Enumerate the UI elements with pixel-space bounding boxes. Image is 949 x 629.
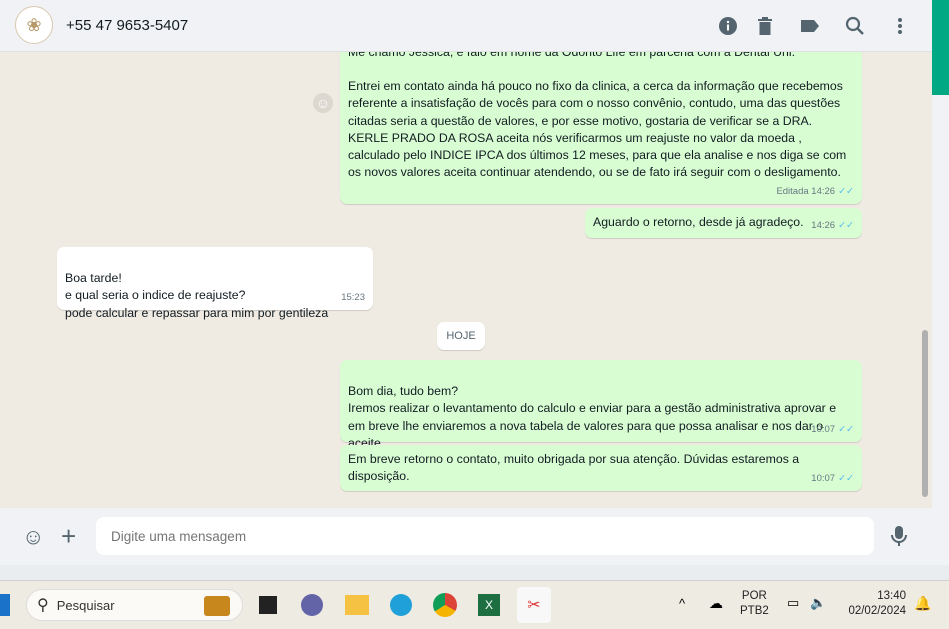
message-text: Me chamo Jessica, e falo em nome da Odon… [348, 52, 795, 59]
excel-icon[interactable]: X [474, 590, 504, 620]
read-ticks-icon: ✓✓ [838, 219, 854, 231]
message-bubble: Aguardo o retorno, desde já agradeço. 14… [585, 208, 862, 238]
message-time: 14:26 [811, 219, 836, 231]
message-text: Bom dia, tudo bem? Iremos realizar o lev… [348, 384, 837, 450]
app-accent-bar [932, 0, 949, 95]
message-bubble: Me chamo Jessica, e falo em nome da Odon… [340, 52, 862, 204]
search-label: Pesquisar [56, 597, 115, 613]
emoji-reaction-icon[interactable]: ☺ [313, 93, 333, 113]
contact-name[interactable]: +55 47 9653-5407 [66, 17, 188, 34]
read-ticks-icon: ✓✓ [838, 185, 854, 197]
message-time: 10:07 [811, 472, 836, 484]
avatar[interactable]: ❀ [15, 6, 53, 44]
language-indicator[interactable]: POR PTB2 [740, 590, 769, 617]
menu-icon[interactable] [888, 14, 912, 38]
read-ticks-icon: ✓✓ [838, 423, 854, 435]
clock[interactable]: 13:40 02/02/2024 [842, 590, 906, 617]
volume-icon[interactable]: 🔈 [810, 595, 826, 611]
message-bubble: Boa tarde! e qual seria o indice de reaj… [57, 247, 373, 320]
trash-icon[interactable] [753, 14, 777, 38]
message-time: 10:07 [811, 423, 836, 435]
message-text: Em breve retorno o contato, muito obriga… [348, 452, 800, 484]
network-icon[interactable]: ▭ [787, 595, 799, 611]
cloud-offline-icon[interactable]: ☁ [709, 595, 723, 612]
date-chip: HOJE [437, 322, 485, 350]
time: 13:40 [877, 590, 906, 602]
notification-bell-icon[interactable]: 🔔 [914, 595, 931, 612]
layout-label: PTB2 [740, 605, 769, 617]
task-view-icon[interactable] [253, 590, 283, 620]
message-bubble: Bom dia, tudo bem? Iremos realizar o lev… [340, 360, 862, 450]
message-input[interactable] [96, 517, 874, 555]
read-ticks-icon: ✓✓ [838, 472, 854, 484]
message-text: Aguardo o retorno, desde já agradeço. [593, 215, 804, 229]
search-icon[interactable] [843, 14, 867, 38]
info-icon[interactable] [716, 14, 740, 38]
label-icon[interactable] [798, 14, 822, 38]
message-time: Editada 14:26 [776, 185, 836, 197]
emoji-icon[interactable]: ☺ [22, 524, 44, 550]
message-bubble: Em breve retorno o contato, muito obriga… [340, 445, 862, 491]
date: 02/02/2024 [848, 605, 906, 617]
message-list: Me chamo Jessica, e falo em nome da Odon… [0, 52, 932, 508]
message-text: Entrei em contato ainda há pouco no fixo… [348, 79, 847, 180]
microphone-icon[interactable] [891, 525, 907, 552]
start-icon[interactable] [0, 594, 10, 616]
window-bottom [0, 565, 949, 580]
file-explorer-icon[interactable] [342, 590, 372, 620]
search-icon: ⚲ [37, 597, 49, 614]
attach-plus-icon[interactable]: + [61, 521, 76, 552]
edge-icon[interactable] [386, 590, 416, 620]
side-strip [932, 95, 949, 580]
taskbar-search[interactable]: ⚲ Pesquisar [26, 589, 243, 621]
message-text: Boa tarde! e qual seria o indice de reaj… [65, 271, 329, 320]
chrome-icon[interactable] [430, 590, 460, 620]
teams-icon[interactable] [297, 590, 327, 620]
message-time: 15:23 [341, 291, 365, 303]
chevron-up-icon[interactable]: ^ [679, 596, 685, 611]
lang-label: POR [741, 590, 767, 602]
briefcase-icon [204, 596, 230, 616]
chat-scrollbar[interactable] [922, 330, 928, 497]
snipping-tool-icon[interactable]: ✂ [517, 587, 551, 623]
